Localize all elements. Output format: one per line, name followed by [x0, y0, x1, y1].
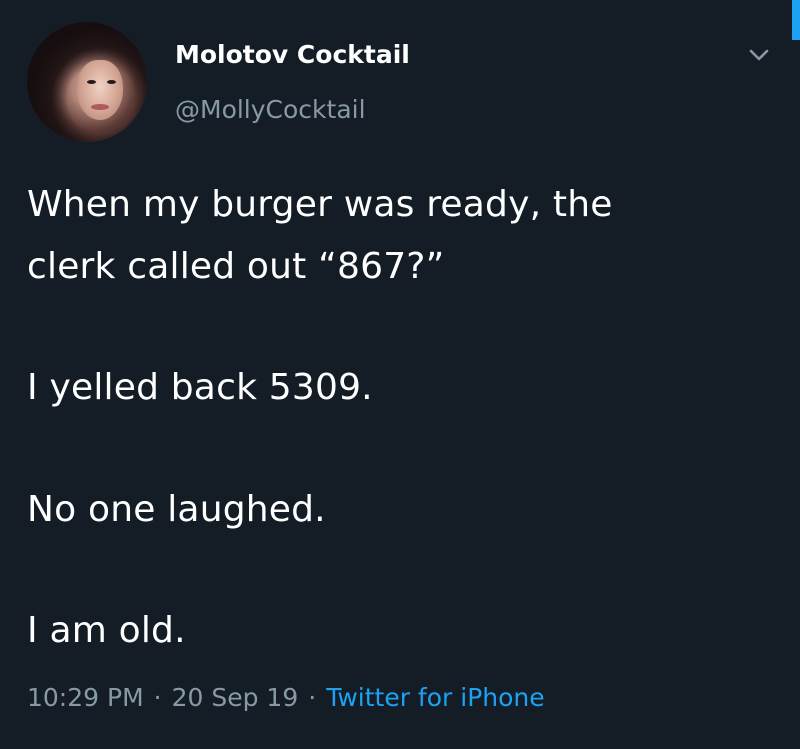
tweet-text-line: I am old. — [27, 610, 186, 651]
avatar[interactable] — [27, 22, 147, 142]
avatar-lips — [91, 104, 109, 110]
accent-bar — [792, 0, 800, 40]
tweet-meta: 10:29 PM · 20 Sep 19 · Twitter for iPhone — [27, 683, 545, 712]
avatar-eye-right — [107, 80, 116, 84]
tweet-time[interactable]: 10:29 PM — [27, 683, 144, 712]
tweet-text-line: When my burger was ready, the — [27, 184, 613, 225]
tweet-date[interactable]: 20 Sep 19 — [172, 683, 299, 712]
tweet-source-link[interactable]: Twitter for iPhone — [326, 683, 544, 712]
tweet-text-line: No one laughed. — [27, 489, 326, 530]
chevron-down-icon[interactable] — [744, 40, 774, 70]
user-handle[interactable]: @MollyCocktail — [175, 95, 366, 124]
avatar-face — [77, 60, 123, 120]
tweet-text-line: clerk called out “867?” — [27, 246, 445, 287]
avatar-eye-left — [87, 80, 96, 84]
tweet-text-line: I yelled back 5309. — [27, 367, 373, 408]
display-name[interactable]: Molotov Cocktail — [175, 40, 410, 69]
meta-separator: · — [153, 683, 162, 712]
meta-separator: · — [308, 683, 317, 712]
tweet-card: Molotov Cocktail @MollyCocktail When my … — [0, 0, 800, 749]
